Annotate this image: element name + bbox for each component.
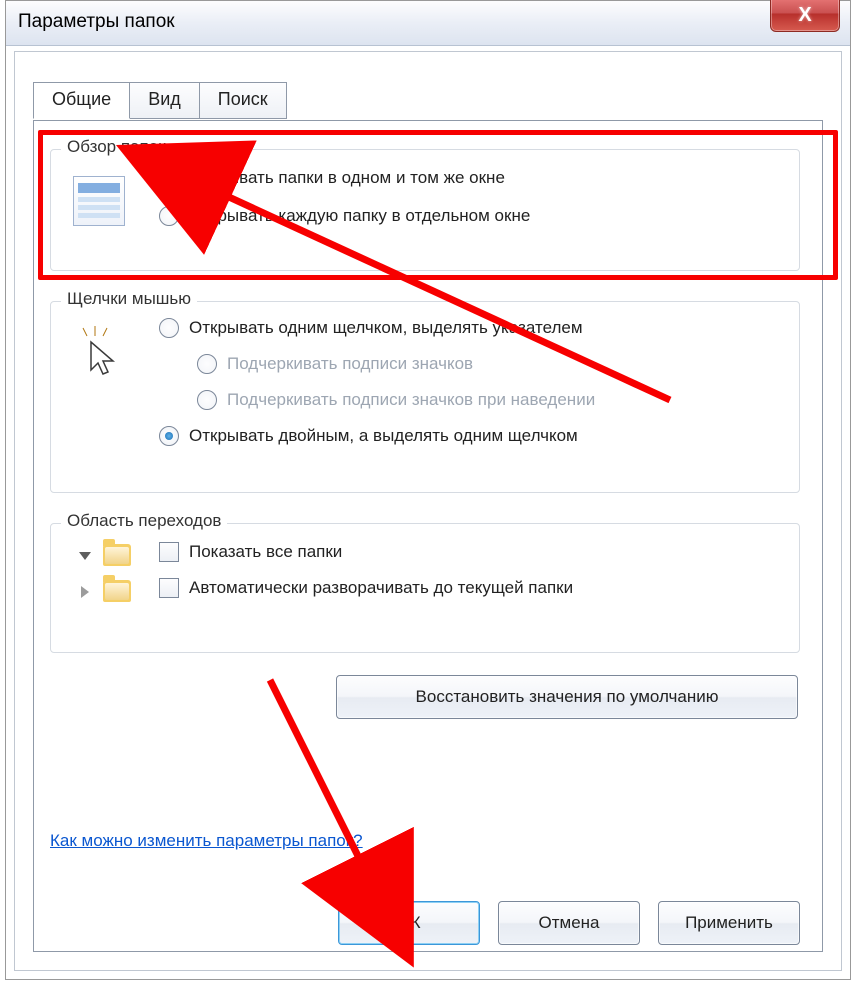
radio-label: Открывать одним щелчком, выделять указат… [189, 318, 583, 338]
radio-single-click[interactable]: Открывать одним щелчком, выделять указат… [159, 318, 583, 338]
radio-label: Подчеркивать подписи значков [227, 354, 473, 374]
radio-each-window[interactable]: Открывать каждую папку в отдельном окне [159, 206, 530, 226]
checkbox-icon [159, 578, 179, 598]
client-area: Общие Вид Поиск Обзор папок Открывать па… [14, 51, 842, 971]
click-icon [73, 324, 123, 378]
titlebar: Параметры папок X [6, 1, 850, 46]
folder-icon [103, 544, 131, 566]
check-show-all-folders[interactable]: Показать все папки [159, 542, 342, 562]
radio-icon [159, 206, 179, 226]
radio-icon [197, 390, 217, 410]
group-click-items: Щелчки мышью Открывать одним щелчком, вы… [50, 301, 800, 493]
radio-label: Открывать папки в одном и том же окне [189, 168, 505, 188]
radio-double-click[interactable]: Открывать двойным, а выделять одним щелч… [159, 426, 578, 446]
radio-underline-hover: Подчеркивать подписи значков при наведен… [197, 390, 595, 410]
tree-collapse-icon[interactable] [79, 552, 91, 560]
tab-search[interactable]: Поиск [199, 82, 287, 119]
radio-underline-always: Подчеркивать подписи значков [197, 354, 473, 374]
check-auto-expand[interactable]: Автоматически разворачивать до текущей п… [159, 578, 573, 598]
radio-label: Открывать двойным, а выделять одним щелч… [189, 426, 578, 446]
check-label: Показать все папки [189, 542, 342, 562]
radio-icon [159, 426, 179, 446]
group-nav-title: Область переходов [61, 511, 227, 531]
check-label: Автоматически разворачивать до текущей п… [189, 578, 573, 598]
tab-general[interactable]: Общие [33, 82, 130, 119]
tab-view[interactable]: Вид [129, 82, 200, 119]
tab-strip: Общие Вид Поиск [33, 82, 286, 119]
folder-options-dialog: Параметры папок X Общие Вид Поиск Обзор … [5, 0, 851, 980]
cancel-button[interactable]: Отмена [498, 901, 640, 945]
close-button[interactable]: X [770, 0, 840, 32]
folder-icon [103, 580, 131, 602]
browse-folders-icon [73, 176, 125, 226]
radio-label: Подчеркивать подписи значков при наведен… [227, 390, 595, 410]
window-title: Параметры папок [18, 11, 175, 33]
checkbox-icon [159, 542, 179, 562]
group-click-title: Щелчки мышью [61, 289, 197, 309]
radio-icon [159, 168, 179, 188]
radio-icon [159, 318, 179, 338]
tree-expand-icon[interactable] [81, 586, 89, 598]
close-icon: X [798, 4, 811, 27]
restore-defaults-button[interactable]: Восстановить значения по умолчанию [336, 675, 798, 719]
apply-button[interactable]: Применить [658, 901, 800, 945]
group-browse-title: Обзор папок [61, 137, 172, 157]
radio-icon [197, 354, 217, 374]
group-navigation-pane: Область переходов Показать все папки Авт… [50, 523, 800, 653]
group-browse-folders: Обзор папок Открывать папки в одном и то… [50, 149, 800, 271]
ok-button[interactable]: ОК [338, 901, 480, 945]
help-link[interactable]: Как можно изменить параметры папок? [50, 831, 363, 851]
radio-same-window[interactable]: Открывать папки в одном и том же окне [159, 168, 505, 188]
tab-panel-general: Обзор папок Открывать папки в одном и то… [33, 120, 823, 952]
radio-label: Открывать каждую папку в отдельном окне [189, 206, 530, 226]
